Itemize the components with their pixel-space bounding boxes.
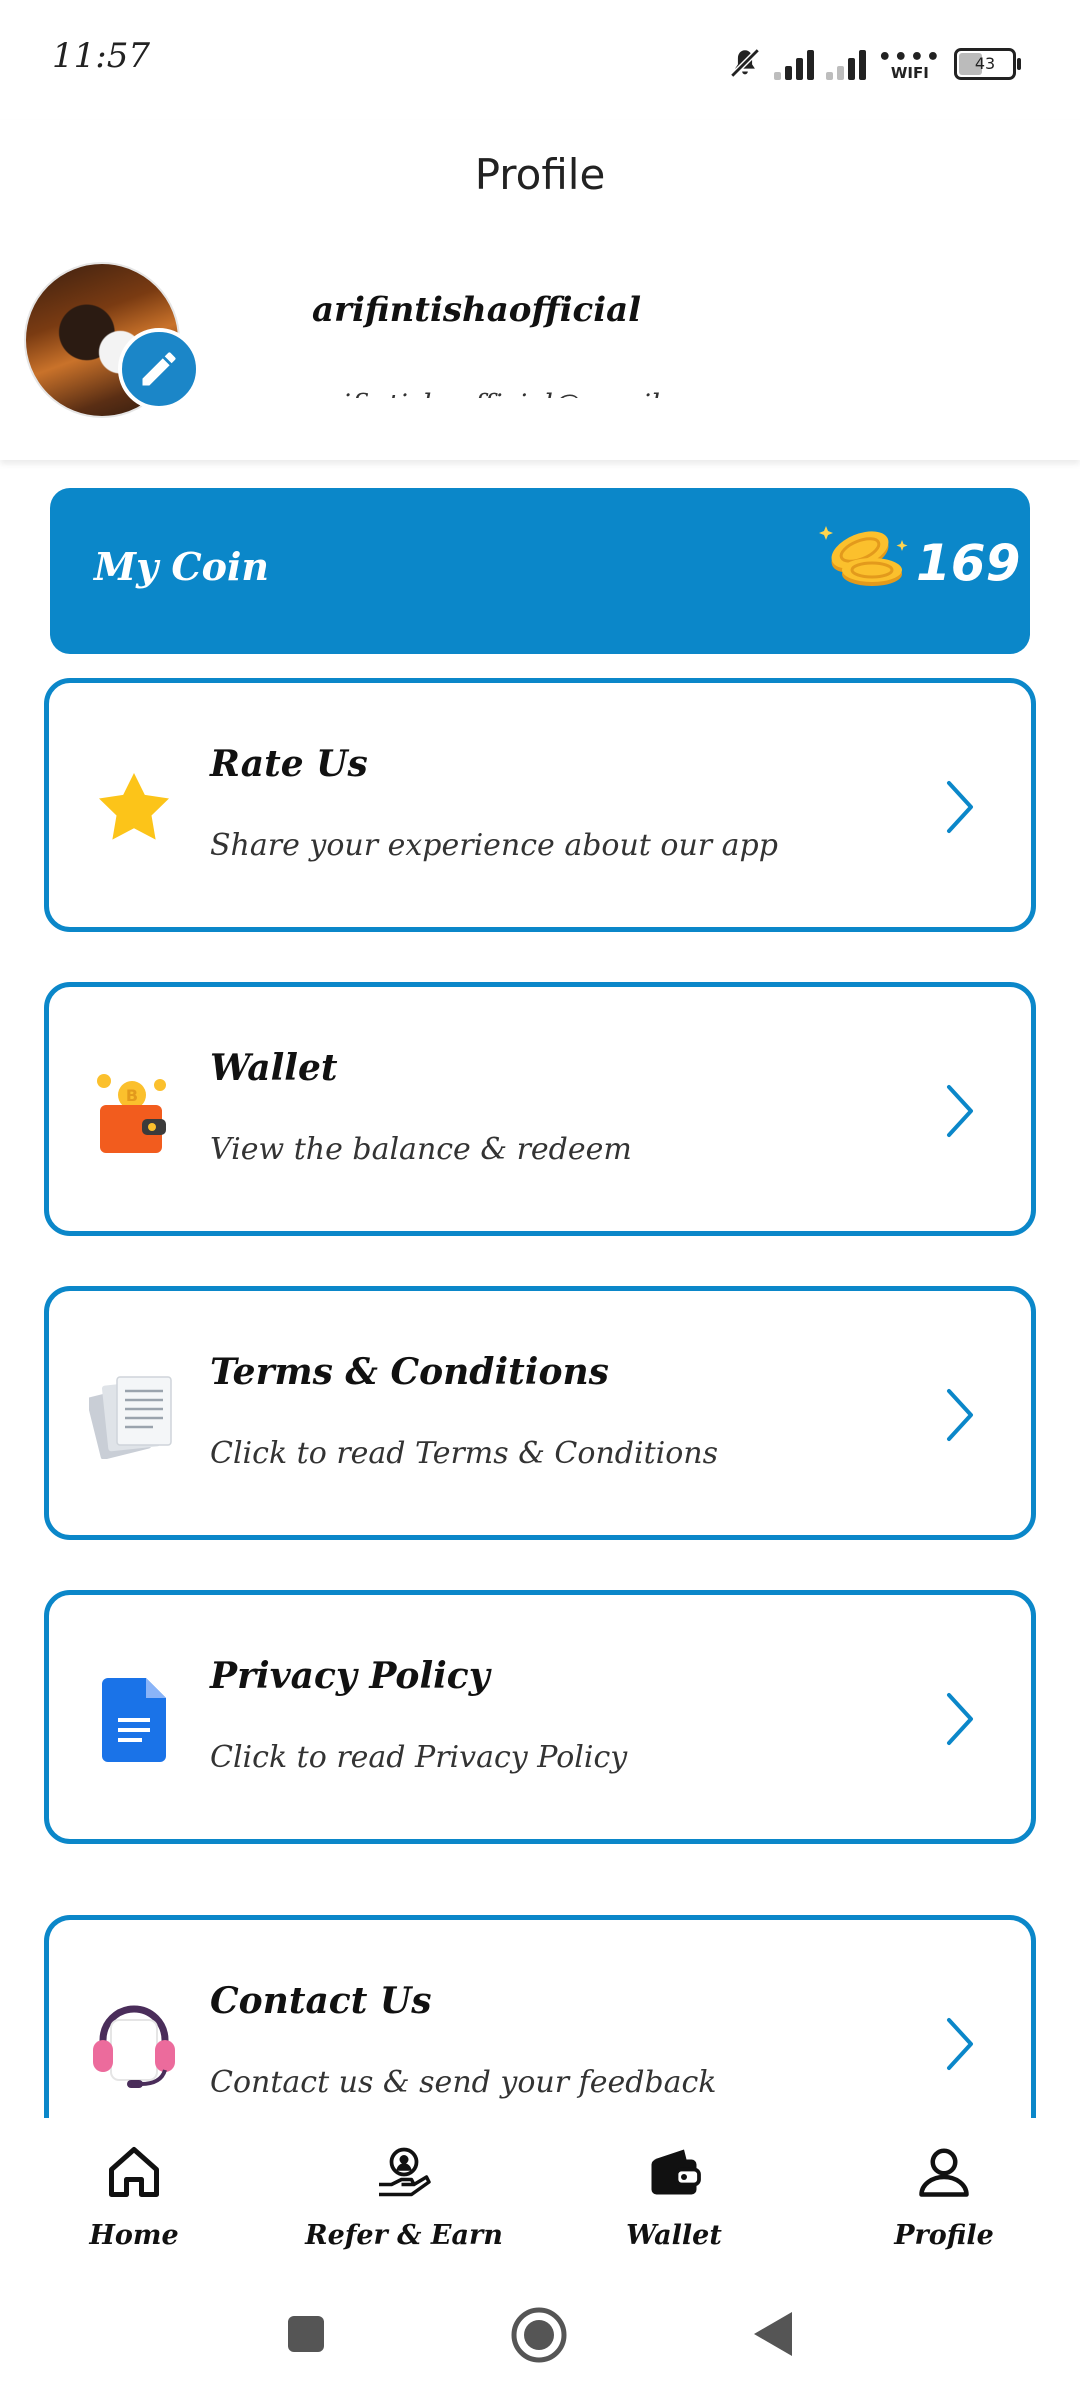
chevron-right-icon [947, 781, 973, 833]
status-bar: 11:57 •••• WIFI 43 [0, 0, 1080, 120]
menu-item-subtitle: Contact us & send your feedback [210, 2065, 717, 2100]
menu-item-rate-us[interactable]: Rate Us Share your experience about our … [44, 678, 1036, 932]
svg-text:B: B [126, 1086, 138, 1105]
signal-2-icon [825, 50, 866, 80]
edit-avatar-button[interactable] [118, 328, 200, 410]
menu-item-subtitle: Click to read Privacy Policy [210, 1740, 628, 1775]
nav-wallet[interactable]: Wallet [574, 2136, 774, 2251]
coin-balance: 169 [916, 534, 1021, 592]
wifi-icon: •••• WIFI [877, 45, 942, 82]
mute-bell-icon [729, 48, 760, 78]
menu-item-title: Wallet [210, 1047, 338, 1089]
signal-1-icon [773, 50, 814, 80]
back-button[interactable] [752, 2310, 794, 2358]
menu-item-privacy-policy[interactable]: Privacy Policy Click to read Privacy Pol… [44, 1590, 1036, 1844]
nav-label: Home [89, 2220, 179, 2251]
menu-item-title: Privacy Policy [210, 1655, 490, 1697]
battery-icon: 43 [954, 48, 1021, 80]
doc-file-icon [89, 1675, 179, 1765]
menu-item-title: Contact Us [210, 1980, 432, 2022]
chevron-right-icon [947, 2018, 973, 2070]
status-time: 11:57 [52, 36, 150, 76]
wallet-coin-icon: B [89, 1067, 179, 1157]
headset-icon [89, 2000, 179, 2090]
refer-icon [379, 2147, 431, 2197]
nav-label: Refer & Earn [305, 2220, 503, 2251]
recents-button[interactable] [286, 2314, 326, 2354]
menu-item-title: Terms & Conditions [210, 1351, 609, 1393]
chevron-right-icon [947, 1085, 973, 1137]
menu-item-terms[interactable]: Terms & Conditions Click to read Terms &… [44, 1286, 1036, 1540]
coins-icon [819, 526, 908, 586]
star-icon [89, 763, 179, 853]
username: arifintishaofficial [312, 290, 642, 330]
menu-item-subtitle: Share your experience about our app [210, 828, 778, 863]
nav-home[interactable]: Home [34, 2136, 234, 2251]
menu-item-wallet[interactable]: B Wallet View the balance & redeem [44, 982, 1036, 1236]
menu-item-subtitle: Click to read Terms & Conditions [210, 1436, 718, 1471]
coin-label: My Coin [94, 544, 270, 589]
menu-item-subtitle: View the balance & redeem [210, 1132, 632, 1167]
status-icons: •••• WIFI 43 [728, 44, 1021, 82]
wallet-icon [651, 2149, 701, 2195]
email: arifintishaofficial@gmail.com [312, 380, 672, 398]
bottom-navigation: Home Refer & Earn Wallet Profile [0, 2118, 1080, 2278]
chevron-right-icon [947, 1389, 973, 1441]
battery-level: 43 [974, 54, 996, 73]
system-navigation-bar [0, 2278, 1080, 2400]
home-system-button[interactable] [510, 2306, 568, 2364]
nav-profile[interactable]: Profile [844, 2136, 1044, 2251]
home-icon [109, 2147, 159, 2197]
documents-icon [89, 1371, 179, 1461]
nav-refer-earn[interactable]: Refer & Earn [304, 2136, 504, 2251]
nav-label: Wallet [626, 2220, 722, 2251]
avatar-container [24, 262, 200, 418]
user-icon [919, 2148, 969, 2197]
coin-banner[interactable]: My Coin 169 [50, 488, 1030, 654]
chevron-right-icon [947, 1693, 973, 1745]
menu-item-title: Rate Us [210, 743, 368, 785]
pencil-icon [142, 352, 176, 386]
nav-label: Profile [894, 2220, 994, 2251]
page-title: Profile [474, 150, 606, 199]
